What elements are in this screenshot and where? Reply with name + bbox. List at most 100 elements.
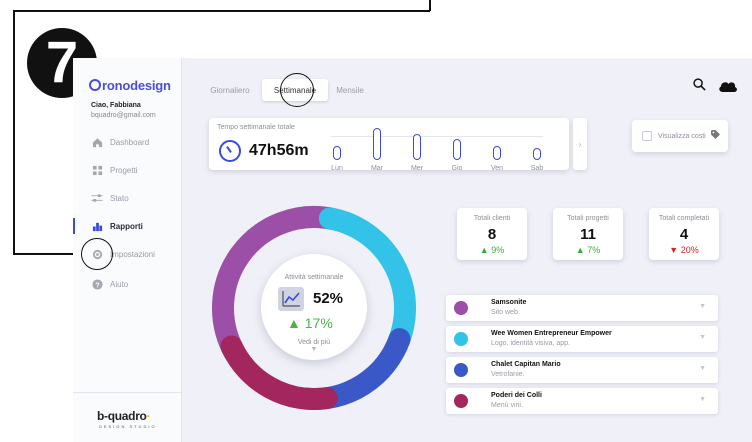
tab-mensile[interactable]: Mensile — [330, 79, 370, 101]
sidebar-item-rapporti[interactable]: Rapporti — [91, 218, 143, 234]
client-desc: Vetrofanie. — [491, 371, 525, 378]
line-chart-icon — [278, 287, 304, 311]
day-label: Mer — [410, 165, 424, 172]
weekly-total: 47h56m — [249, 142, 309, 159]
client-color-dot — [454, 394, 468, 408]
studio-logo-subtitle: DESIGN STUDIO — [99, 424, 157, 429]
chevron-down-icon[interactable]: ▼ — [699, 334, 706, 341]
sidebar-divider — [73, 392, 182, 393]
costs-checkbox[interactable] — [642, 131, 652, 141]
brand-logo[interactable]: ronodesign — [89, 78, 171, 93]
total-projects-card: Totali progetti 11 ▲ 7% — [553, 208, 623, 260]
cloud-icon[interactable] — [718, 79, 738, 95]
annotation-line-left — [13, 10, 15, 254]
total-title: Totali clienti — [473, 215, 511, 222]
up-arrow-icon: ▲ — [287, 315, 301, 331]
chevron-down-icon[interactable]: ▼ — [699, 365, 706, 372]
sidebar-item-label: Impostazioni — [110, 249, 155, 259]
chevron-down-icon[interactable]: ▼ — [699, 396, 706, 403]
total-title: Totali progetti — [567, 215, 609, 222]
grid-icon — [91, 164, 103, 176]
day-bar-sab: Sab — [525, 124, 549, 172]
client-row[interactable]: Samsonite Sito web. ▼ — [446, 295, 718, 321]
client-color-dot — [454, 332, 468, 346]
highlight-settings-circle — [81, 238, 113, 270]
down-arrow-icon: ▼ — [669, 245, 679, 255]
client-color-dot — [454, 363, 468, 377]
total-value: 4 — [679, 226, 689, 243]
sidebar-item-stato[interactable]: Stato — [91, 190, 129, 206]
activity-summary[interactable]: Attività settimanale 52% ▲ 17% Vedi di p… — [261, 254, 367, 360]
total-delta: ▲ 7% — [575, 245, 601, 255]
client-row[interactable]: Chalet Capitan Mario Vetrofanie. ▼ — [446, 357, 718, 383]
client-name: Samsonite — [491, 299, 527, 306]
client-row[interactable]: Wee Women Entrepreneur Empower Logo, ide… — [446, 326, 718, 352]
day-bar-pill — [373, 128, 381, 160]
day-bar-mar: Mar — [365, 124, 389, 172]
annotation-line-right-top — [429, 0, 431, 11]
studio-logo: b-quadro· — [97, 409, 151, 423]
up-arrow-icon: ▲ — [479, 245, 489, 255]
sidebar-item-aiuto[interactable]: ? Aiuto — [91, 276, 128, 292]
tutorial-screenshot: 7 ronodesign Ciao, Fabbiana bquadro@gmai… — [0, 0, 752, 442]
svg-text:?: ? — [95, 280, 100, 289]
activity-title: Attività settimanale — [284, 274, 344, 281]
chevron-down-icon[interactable]: ▼ — [699, 303, 706, 310]
home-icon — [91, 136, 103, 148]
brand-c-icon — [89, 79, 101, 91]
day-bar-ven: Ven — [485, 124, 509, 172]
day-label: Ven — [490, 165, 504, 172]
day-bar-pill — [453, 139, 461, 160]
total-clients-card: Totali clienti 8 ▲ 9% — [457, 208, 527, 260]
sidebar-item-label: Stato — [110, 193, 129, 203]
weekly-time-title: Tempo settimanale totale — [217, 124, 295, 131]
sidebar-item-dashboard[interactable]: Dashboard — [91, 134, 149, 150]
next-week-button[interactable]: › — [573, 118, 587, 170]
day-label: Gio — [451, 165, 463, 172]
client-desc: Menù vini. — [491, 402, 523, 409]
client-color-dot — [454, 301, 468, 315]
activity-percent: 52% — [313, 290, 344, 307]
day-bar-pill — [493, 146, 501, 160]
client-desc: Logo, identità visiva, app. — [491, 340, 570, 347]
sliders-icon — [91, 192, 103, 204]
total-completed-card: Totali completati 4 ▼ 20% — [649, 208, 719, 260]
day-bar-gio: Gio — [445, 124, 469, 172]
see-more-link[interactable]: Vedi di più ▼ — [261, 339, 367, 353]
dashboard-app: ronodesign Ciao, Fabbiana bquadro@gmail.… — [73, 58, 752, 442]
brand-name: ronodesign — [102, 78, 171, 93]
client-name: Poderi dei Colli — [491, 392, 542, 399]
tag-icon — [711, 130, 720, 141]
chevron-down-icon: ▼ — [310, 346, 318, 353]
day-bar-lun: Lun — [325, 124, 349, 172]
user-greeting: Ciao, Fabbiana — [91, 102, 141, 109]
help-icon: ? — [91, 278, 103, 290]
day-bar-pill — [413, 134, 421, 160]
total-value: 11 — [580, 226, 596, 243]
highlight-settimanale-circle — [280, 73, 314, 107]
client-row[interactable]: Poderi dei Colli Menù vini. ▼ — [446, 388, 718, 414]
weekly-time-card: Tempo settimanale totale 47h56m Lun Mar Me… — [209, 118, 569, 172]
client-name: Chalet Capitan Mario — [491, 361, 561, 368]
sidebar-item-label: Rapporti — [110, 221, 143, 231]
costs-label: Visualizza costi — [658, 133, 706, 140]
day-bar-pill — [333, 146, 341, 160]
search-icon[interactable] — [693, 78, 706, 94]
sidebar-item-label: Progetti — [110, 165, 138, 175]
timer-icon — [219, 140, 241, 162]
day-bar-mer: Mer — [405, 124, 429, 172]
logo-accent: · — [146, 409, 151, 423]
day-bar-pill — [533, 148, 541, 160]
costs-card[interactable]: Visualizza costi — [632, 120, 728, 152]
activity-delta: ▲ 17% — [287, 315, 333, 331]
total-title: Totali completati — [658, 215, 710, 222]
user-email: bquadro@gmail.com — [91, 112, 156, 119]
bar-chart-icon — [91, 220, 103, 232]
day-label: Mar — [370, 165, 384, 172]
sidebar-item-label: Dashboard — [110, 137, 150, 147]
total-delta: ▼ 20% — [669, 245, 699, 255]
total-value: 8 — [487, 226, 497, 243]
tab-giornaliero[interactable]: Giornaliero — [209, 79, 251, 101]
sidebar-item-progetti[interactable]: Progetti — [91, 162, 138, 178]
client-name: Wee Women Entrepreneur Empower — [491, 330, 612, 337]
